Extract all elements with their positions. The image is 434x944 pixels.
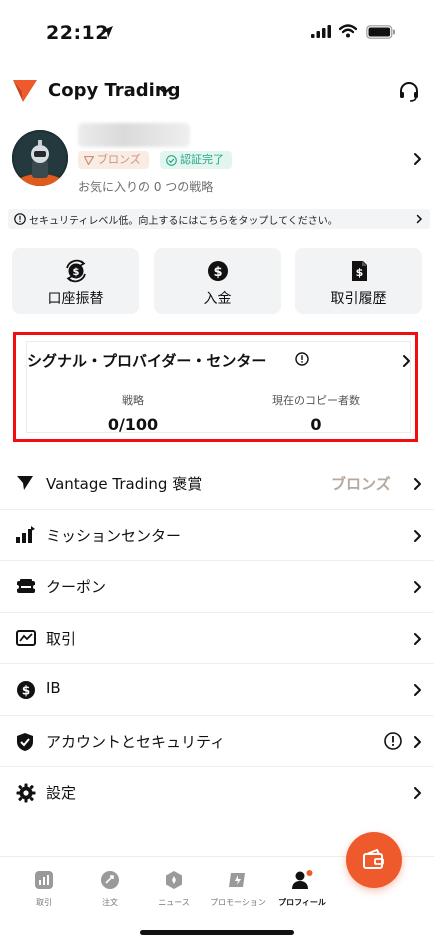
menu-label-trade: 取引: [46, 629, 77, 648]
chart-icon: [16, 629, 36, 646]
profile-summary[interactable]: ブロンズ 認証完了 お気に入りの 0 つの戦略: [0, 120, 434, 204]
menu-item-settings[interactable]: 設定: [0, 767, 434, 819]
tab-label-profile: プロフィール: [278, 898, 326, 907]
deposit-icon: $: [207, 261, 228, 281]
tab-label-trade: 取引: [36, 898, 52, 907]
chevron-right-icon[interactable]: [402, 354, 411, 368]
info-icon[interactable]: [295, 352, 309, 366]
verified-badge: 認証完了: [160, 151, 232, 169]
tier-label: ブロンズ: [97, 153, 141, 166]
status-bar: 22:12: [0, 0, 434, 60]
security-banner-text: セキュリティレベル低。向上するにはこちらをタップしてください。: [29, 216, 338, 227]
chevron-right-icon: [414, 478, 421, 490]
strategies-label: 戦略: [122, 394, 144, 407]
profile-icon: [292, 870, 313, 889]
menu-label-ib: IB: [46, 679, 61, 697]
history-label: 取引履歴: [330, 291, 387, 307]
settings-menu: Vantage Trading 褒賞 ブロンズ ミッションセンター クーポン 取…: [0, 458, 434, 819]
headset-icon[interactable]: [398, 80, 420, 102]
mission-icon: [16, 525, 35, 543]
history-button[interactable]: $ 取引履歴: [295, 248, 422, 314]
menu-item-account-security[interactable]: アカウントとセキュリティ: [0, 716, 434, 767]
chevron-right-icon: [414, 787, 421, 799]
deposit-label: 入金: [203, 291, 232, 307]
chevron-right-icon: [416, 214, 423, 224]
menu-item-coupon[interactable]: クーポン: [0, 561, 434, 613]
menu-label-coupon: クーポン: [46, 578, 107, 596]
chevron-right-icon: [414, 529, 421, 542]
wifi-icon: [339, 24, 357, 38]
news-icon: [166, 871, 182, 889]
copiers-label: 現在のコピー者数: [272, 394, 360, 407]
coupon-icon: [16, 579, 36, 593]
transfer-button[interactable]: $ 口座振替: [12, 248, 139, 314]
security-banner[interactable]: セキュリティレベル低。向上するにはこちらをタップしてください。: [8, 209, 430, 229]
menu-label-rewards: Vantage Trading 褒賞: [46, 475, 203, 493]
chevron-down-icon[interactable]: [158, 86, 172, 95]
strategies-value: 0/100: [107, 415, 159, 434]
avatar[interactable]: [12, 130, 68, 186]
chevron-right-icon: [414, 581, 421, 593]
check-circle-icon: [166, 154, 177, 166]
home-indicator: [140, 930, 294, 935]
svg-text:$: $: [72, 267, 79, 278]
signal-provider-inner: シグナル・プロバイダー・センター 戦略 0/100 現在のコピー者数 0: [26, 341, 411, 434]
battery-icon: [366, 25, 395, 39]
dollar-icon: $: [17, 681, 35, 699]
location-icon: [101, 26, 113, 38]
arrow-icon: [17, 476, 33, 490]
svg-text:$: $: [213, 265, 222, 280]
menu-item-ib[interactable]: $ IB: [0, 664, 434, 716]
shield-icon: [17, 732, 33, 751]
verified-label: 認証完了: [180, 153, 224, 166]
tab-trade[interactable]: 取引: [6, 857, 82, 917]
chevron-right-icon: [414, 632, 421, 645]
gear-icon: [16, 783, 36, 803]
signal-icon: [311, 25, 331, 38]
svg-text:$: $: [22, 684, 30, 698]
menu-item-rewards[interactable]: Vantage Trading 褒賞 ブロンズ: [0, 458, 434, 510]
signal-provider-card[interactable]: シグナル・プロバイダー・センター 戦略 0/100 現在のコピー者数 0: [13, 332, 418, 442]
menu-item-trade[interactable]: 取引: [0, 613, 434, 664]
svg-text:$: $: [355, 266, 363, 279]
chevron-right-icon: [414, 684, 421, 696]
tab-profile[interactable]: プロフィール: [264, 857, 340, 917]
tier-badge: ブロンズ: [78, 151, 149, 169]
transfer-icon: $: [65, 259, 86, 283]
menu-label-mission-center: ミッションセンター: [46, 526, 182, 545]
deposit-button[interactable]: $ 入金: [154, 248, 281, 314]
alert-circle-icon: [14, 213, 26, 225]
rewards-tier-label: ブロンズ: [331, 475, 391, 493]
favorites-count-text: お気に入りの 0 つの戦略: [78, 180, 214, 194]
menu-label-account-security: アカウントとセキュリティ: [46, 732, 226, 751]
signal-provider-title[interactable]: シグナル・プロバイダー・センター: [27, 350, 266, 371]
floating-wallet-button[interactable]: [346, 832, 402, 888]
order-icon: [101, 871, 119, 889]
chevron-right-icon[interactable]: [413, 152, 422, 166]
chevron-right-icon: [414, 735, 421, 748]
transfer-label: 口座振替: [47, 291, 104, 307]
warning-icon: [384, 731, 402, 750]
menu-label-settings: 設定: [46, 784, 77, 802]
menu-item-mission-center[interactable]: ミッションセンター: [0, 510, 434, 561]
username-blurred: [78, 123, 190, 147]
history-icon: $: [351, 261, 367, 281]
promotion-icon: [229, 873, 245, 887]
app-header: Copy Trading: [0, 70, 434, 114]
wallet-icon: [363, 849, 384, 869]
copiers-value: 0: [310, 415, 322, 434]
vantage-logo-icon: [13, 80, 37, 102]
bar-chart-icon: [35, 871, 53, 889]
tier-icon: [84, 155, 94, 165]
